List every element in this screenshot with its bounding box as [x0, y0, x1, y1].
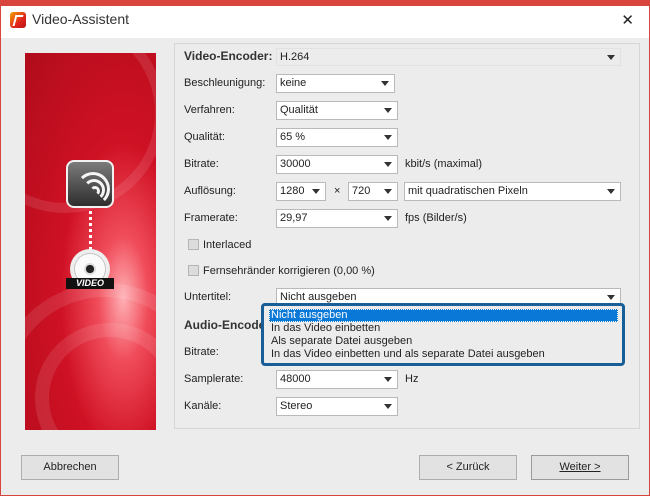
next-button[interactable]: Weiter > — [531, 455, 629, 480]
chevron-down-icon — [607, 295, 615, 300]
video-encoder-select[interactable]: H.264 — [276, 48, 621, 66]
video-encoder-label: Video-Encoder: — [184, 49, 273, 63]
verfahren-label: Verfahren: — [184, 104, 235, 116]
resolution-times-sign: × — [334, 185, 341, 197]
app-logo-icon — [10, 12, 26, 28]
close-button[interactable]: ✕ — [621, 11, 634, 29]
verfahren-select[interactable]: Qualität — [276, 101, 398, 120]
samplerate-select[interactable]: 48000 — [276, 370, 398, 389]
chevron-down-icon — [384, 189, 392, 194]
chevron-down-icon — [607, 55, 615, 60]
title-bar: Video-Assistent ✕ — [1, 1, 649, 38]
chevron-down-icon — [381, 81, 389, 86]
chevron-down-icon — [384, 108, 392, 113]
chevron-down-icon — [312, 189, 320, 194]
kanaele-select[interactable]: Stereo — [276, 397, 398, 416]
chevron-down-icon — [384, 377, 392, 382]
video-disc-icon: VIDEO — [66, 249, 114, 297]
chevron-down-icon — [607, 189, 615, 194]
framerate-label: Framerate: — [184, 212, 238, 224]
aufloesung-label: Auflösung: — [184, 185, 236, 197]
untertitel-dropdown-list: Nicht ausgeben In das Video einbetten Al… — [261, 303, 625, 366]
video-assistant-window: Video-Assistent ✕ VIDEO Video-Encoder: H… — [0, 0, 650, 496]
back-button[interactable]: < Zurück — [419, 455, 517, 480]
qualitaet-select[interactable]: 65 % — [276, 128, 398, 147]
framerate-unit: fps (Bilder/s) — [405, 212, 467, 224]
video-bitrate-label: Bitrate: — [184, 158, 219, 170]
dropdown-option-nicht-ausgeben[interactable]: Nicht ausgeben — [269, 309, 618, 322]
chevron-down-icon — [384, 135, 392, 140]
cancel-button[interactable]: Abbrechen — [21, 455, 119, 480]
framerate-select[interactable]: 29,97 — [276, 209, 398, 228]
interlaced-checkbox[interactable] — [188, 239, 199, 250]
stream-settings-icon — [66, 160, 114, 208]
settings-panel — [174, 43, 640, 429]
chevron-down-icon — [384, 162, 392, 167]
samplerate-unit: Hz — [405, 373, 419, 385]
pixel-aspect-select[interactable]: mit quadratischen Pixeln — [404, 182, 621, 201]
chevron-down-icon — [384, 216, 392, 221]
step-connector — [89, 211, 92, 251]
samplerate-label: Samplerate: — [184, 373, 244, 385]
interlaced-label: Interlaced — [203, 239, 252, 251]
untertitel-label: Untertitel: — [184, 291, 232, 303]
wizard-sidebar: VIDEO — [25, 53, 156, 430]
beschleunigung-label: Beschleunigung: — [184, 77, 266, 89]
qualitaet-label: Qualität: — [184, 131, 225, 143]
chevron-down-icon — [384, 404, 392, 409]
beschleunigung-select[interactable]: keine — [276, 74, 395, 93]
video-badge: VIDEO — [66, 278, 114, 289]
video-bitrate-select[interactable]: 30000 — [276, 155, 398, 174]
resolution-height-select[interactable]: 720 — [348, 182, 398, 201]
dropdown-option-einbetten-und-separat[interactable]: In das Video einbetten und als separate … — [269, 348, 618, 361]
kanaele-label: Kanäle: — [184, 400, 222, 412]
resolution-width-select[interactable]: 1280 — [276, 182, 326, 201]
fernsehraender-checkbox[interactable] — [188, 265, 199, 276]
dropdown-option-einbetten[interactable]: In das Video einbetten — [269, 322, 618, 335]
dropdown-option-separate-datei[interactable]: Als separate Datei ausgeben — [269, 335, 618, 348]
window-title: Video-Assistent — [32, 11, 130, 27]
video-bitrate-unit: kbit/s (maximal) — [405, 158, 483, 170]
fernsehraender-label: Fernsehränder korrigieren (0,00 %) — [203, 265, 375, 277]
audio-bitrate-label: Bitrate: — [184, 346, 219, 358]
